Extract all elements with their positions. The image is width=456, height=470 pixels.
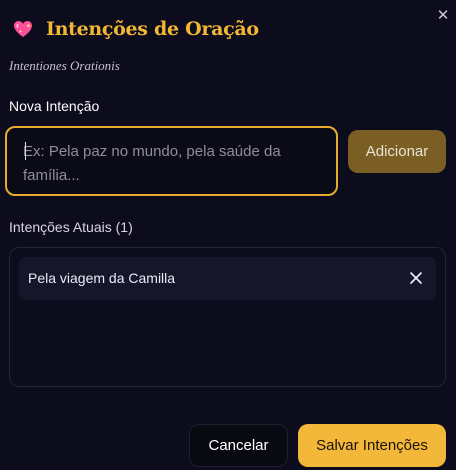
cancel-button[interactable]: Cancelar xyxy=(189,424,288,467)
new-intention-field-wrapper xyxy=(5,126,338,196)
current-intentions-label: Intenções Atuais (1) xyxy=(9,219,133,235)
save-intentions-button[interactable]: Salvar Intenções xyxy=(298,424,446,467)
dialog-header: Intenções de Oração xyxy=(12,18,259,40)
add-intention-button[interactable]: Adicionar xyxy=(348,130,446,173)
intentions-list: Pela viagem da Camilla xyxy=(9,247,446,387)
remove-intention-icon[interactable] xyxy=(408,270,424,286)
dialog-title: Intenções de Oração xyxy=(46,18,259,40)
intention-text: Pela viagem da Camilla xyxy=(28,270,176,286)
text-caret xyxy=(25,142,26,160)
close-icon[interactable]: ✕ xyxy=(435,8,451,24)
dialog-subtitle: Intentiones Orationis xyxy=(9,58,120,73)
new-intention-input[interactable] xyxy=(7,128,336,194)
new-intention-label: Nova Intenção xyxy=(9,98,100,114)
sparkling-heart-icon xyxy=(12,18,34,40)
list-item: Pela viagem da Camilla xyxy=(19,257,436,300)
